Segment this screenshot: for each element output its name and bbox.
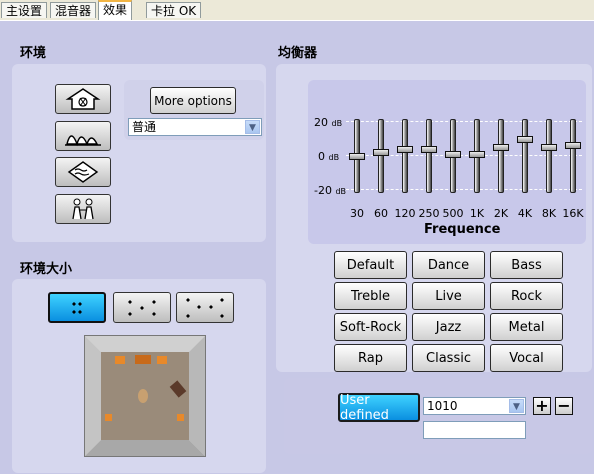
user-preset-select[interactable]: 1010 ▼	[423, 397, 526, 415]
user-defined-panel	[284, 378, 592, 454]
tab-mixer[interactable]: 混音器	[50, 2, 97, 18]
remove-preset-button[interactable]: −	[555, 397, 573, 415]
user-defined-button[interactable]: User defined	[338, 393, 420, 423]
eq-slider-handle[interactable]	[493, 143, 509, 151]
eq-slider-handle[interactable]	[421, 145, 437, 153]
eq-band-label: 16K	[562, 207, 584, 220]
eq-slider-handle[interactable]	[565, 141, 581, 149]
eq-slider-track[interactable]	[498, 119, 504, 193]
eq-preset-button[interactable]: Treble	[334, 282, 407, 310]
eq-preset-button[interactable]: Jazz	[412, 313, 485, 341]
eq-preset-button[interactable]: Bass	[490, 251, 563, 279]
environment-title: 环境	[20, 46, 47, 61]
eq-preset-button[interactable]: Classic	[412, 344, 485, 372]
eq-slider-handle[interactable]	[349, 153, 365, 160]
eq-preset-button[interactable]: Default	[334, 251, 407, 279]
environment-preset-value: 普通	[132, 120, 157, 134]
frequence-axis-label: Frequence	[424, 222, 501, 237]
eq-preset-button[interactable]: Dance	[412, 251, 485, 279]
eq-preset-button[interactable]: Vocal	[490, 344, 563, 372]
eq-preset-button[interactable]: Metal	[490, 313, 563, 341]
user-preset-name-input[interactable]	[423, 421, 526, 439]
eq-slider-handle[interactable]	[397, 145, 413, 153]
more-options-button[interactable]: More options	[150, 87, 236, 114]
chevron-down-icon[interactable]: ▼	[245, 120, 260, 134]
user-preset-value: 1010	[427, 399, 458, 413]
medium-room-icon[interactable]	[113, 292, 171, 323]
db-top-label: 20 dB	[314, 116, 343, 129]
tab-karaoke[interactable]: 卡拉 OK	[146, 2, 202, 18]
eq-slider-handle[interactable]	[469, 151, 485, 159]
room-preview	[84, 335, 206, 457]
equalizer-title: 均衡器	[278, 46, 318, 61]
opera-house-icon[interactable]	[55, 121, 111, 151]
eq-slider-handle[interactable]	[517, 136, 533, 144]
small-room-icon[interactable]	[48, 292, 106, 323]
chevron-down-icon[interactable]: ▼	[509, 399, 524, 413]
eq-preset-button[interactable]: Rap	[334, 344, 407, 372]
tab-main-settings[interactable]: 主设置	[1, 2, 48, 18]
eq-slider-track[interactable]	[570, 119, 576, 193]
eq-slider-handle[interactable]	[541, 143, 557, 151]
add-preset-button[interactable]: +	[533, 397, 551, 415]
underwater-icon[interactable]	[55, 157, 111, 187]
eq-slider-track[interactable]	[426, 119, 432, 193]
eq-preset-button[interactable]: Soft-Rock	[334, 313, 407, 341]
tab-bar: 主设置 混音器 效果 卡拉 OK	[0, 0, 594, 21]
environment-preset-select[interactable]: 普通 ▼	[128, 118, 262, 136]
eq-slider-track[interactable]	[402, 119, 408, 193]
eq-slider-track[interactable]	[546, 119, 552, 193]
environment-size-title: 环境大小	[20, 262, 73, 277]
db-bottom-label: -20 dB	[314, 184, 347, 197]
eq-slider-handle[interactable]	[373, 149, 389, 157]
eq-slider-track[interactable]	[522, 119, 528, 193]
concert-hall-icon[interactable]	[55, 194, 111, 224]
eq-slider-handle[interactable]	[445, 151, 461, 159]
house-music-icon[interactable]	[55, 84, 111, 114]
db-mid-label: 0 dB	[318, 150, 340, 163]
eq-preset-button[interactable]: Live	[412, 282, 485, 310]
tab-effects[interactable]: 效果	[98, 0, 133, 20]
large-room-icon[interactable]	[176, 292, 234, 323]
eq-preset-button[interactable]: Rock	[490, 282, 563, 310]
